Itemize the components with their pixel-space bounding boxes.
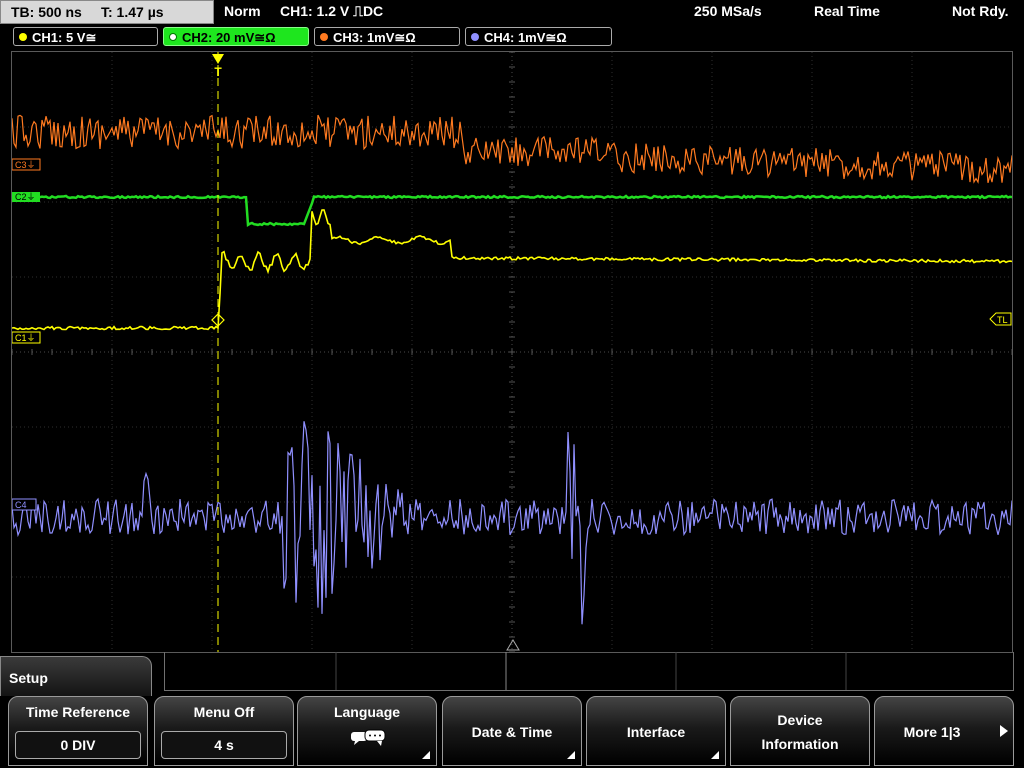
channel-tab-ch4[interactable]: CH4: 1mV≅Ω bbox=[465, 27, 612, 46]
timebase-value: TB: 500 ns bbox=[11, 4, 82, 20]
ch2-ground-marker[interactable]: C2⏚ bbox=[12, 192, 40, 202]
timebase-box[interactable]: TB: 500 ns T: 1.47 µs bbox=[0, 0, 214, 24]
svg-text:TL: TL bbox=[997, 315, 1008, 325]
channel-tab-ch1[interactable]: CH1: 5 V≅ bbox=[13, 27, 158, 46]
trigger-marker-icon[interactable]: T bbox=[212, 54, 224, 79]
svg-text:C1⏚: C1⏚ bbox=[15, 333, 36, 343]
secondary-display-area bbox=[164, 652, 1014, 691]
waveform-canvas: T C3⏚ C2⏚ C1⏚ C4 TL bbox=[12, 52, 1012, 652]
next-page-arrow-icon bbox=[1000, 725, 1008, 737]
trigger-time-value: T: 1.47 µs bbox=[101, 4, 164, 20]
speech-bubble-icon bbox=[351, 729, 386, 746]
graticule bbox=[12, 52, 1012, 652]
ch2-color-dot bbox=[169, 33, 177, 41]
more-button[interactable]: More 1|3 bbox=[874, 696, 1014, 766]
trigger-source[interactable]: CH1: 1.2 V ⎍DC bbox=[280, 3, 383, 20]
softkey-label: Time Reference bbox=[25, 704, 130, 720]
channel-tab-ch2[interactable]: CH2: 20 mV≅Ω bbox=[163, 27, 309, 46]
date-time-button[interactable]: Date & Time bbox=[442, 696, 582, 766]
time-reference-button[interactable]: Time Reference 0 DIV bbox=[8, 696, 148, 766]
channel-label: CH2: 20 mV≅Ω bbox=[182, 30, 276, 45]
secondary-grid bbox=[335, 652, 847, 690]
device-information-button[interactable]: Device Information bbox=[730, 696, 870, 766]
waveform-display[interactable]: T C3⏚ C2⏚ C1⏚ C4 TL bbox=[11, 51, 1013, 653]
softkey-label: Device bbox=[777, 712, 823, 728]
ready-state: Not Rdy. bbox=[952, 3, 1009, 19]
softkey-label: Menu Off bbox=[193, 704, 255, 720]
svg-text:C3⏚: C3⏚ bbox=[15, 160, 36, 170]
softkey-label: Interface bbox=[626, 724, 686, 740]
sample-rate: 250 MSa/s bbox=[694, 3, 762, 19]
language-button[interactable]: Language bbox=[297, 696, 437, 766]
menu-title-tab: Setup bbox=[0, 656, 152, 696]
ch4-ground-marker[interactable]: C4 bbox=[12, 498, 37, 511]
ch3-ground-marker[interactable]: C3⏚ bbox=[12, 158, 41, 171]
menu-title: Setup bbox=[9, 670, 48, 686]
status-bar: TB: 500 ns T: 1.47 µs Norm CH1: 1.2 V ⎍D… bbox=[0, 0, 1024, 24]
channel-tab-ch3[interactable]: CH3: 1mV≅Ω bbox=[314, 27, 460, 46]
ch1-waveform bbox=[12, 209, 1012, 331]
submenu-indicator-icon bbox=[711, 751, 719, 759]
trigger-marker-label: T bbox=[214, 65, 222, 79]
svg-text:C4: C4 bbox=[15, 500, 27, 510]
trigger-mode[interactable]: Norm bbox=[224, 3, 261, 19]
ch3-color-dot bbox=[320, 33, 328, 41]
acquisition-mode: Real Time bbox=[814, 3, 880, 19]
channel-label: CH1: 5 V≅ bbox=[32, 30, 97, 45]
softkey-label: Date & Time bbox=[471, 724, 553, 740]
ch1-color-dot bbox=[19, 33, 27, 41]
interface-button[interactable]: Interface bbox=[586, 696, 726, 766]
channel-label: CH3: 1mV≅Ω bbox=[333, 30, 416, 45]
svg-text:C2⏚: C2⏚ bbox=[15, 192, 36, 202]
menu-off-value[interactable]: 4 s bbox=[161, 731, 287, 759]
ch1-ground-marker[interactable]: C1⏚ bbox=[12, 331, 41, 344]
ch4-waveform bbox=[12, 421, 1012, 625]
horizontal-center-icon bbox=[506, 639, 520, 651]
softkey-label: More 1|3 bbox=[903, 724, 961, 740]
menu-off-button[interactable]: Menu Off 4 s bbox=[154, 696, 294, 766]
channel-label: CH4: 1mV≅Ω bbox=[484, 30, 567, 45]
submenu-indicator-icon bbox=[567, 751, 575, 759]
softkey-label: Language bbox=[333, 704, 401, 720]
trigger-level-marker[interactable]: TL bbox=[989, 312, 1012, 326]
softkey-label-line2: Information bbox=[761, 736, 839, 752]
time-reference-value[interactable]: 0 DIV bbox=[15, 731, 141, 759]
ch4-color-dot bbox=[471, 33, 479, 41]
submenu-indicator-icon bbox=[422, 751, 430, 759]
